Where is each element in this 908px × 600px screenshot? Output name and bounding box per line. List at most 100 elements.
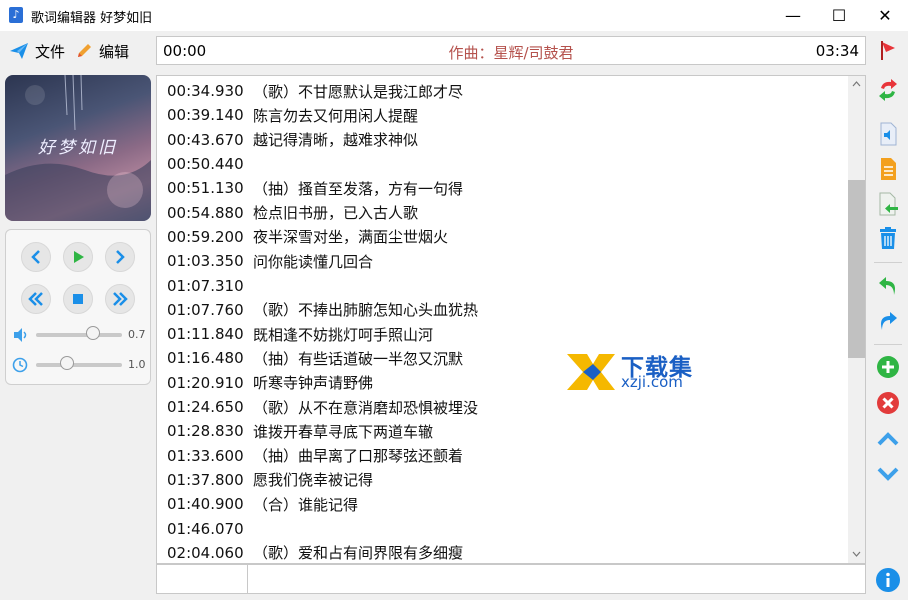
- lyric-row[interactable]: 01:46.070: [167, 516, 253, 540]
- pencil-icon: [78, 44, 91, 57]
- previous-button[interactable]: [21, 242, 51, 272]
- lyric-time: 00:43.670: [167, 130, 244, 149]
- chevron-left-icon: [31, 250, 40, 264]
- lyric-row[interactable]: 01:11.840 既相逢不妨挑灯呵手照山河: [167, 322, 433, 346]
- lyrics-list[interactable]: 00:34.930 （歌）不甘愿默认是我江郎才尽 00:39.140 陈言勿去又何用闲…: [156, 75, 866, 564]
- lyric-row[interactable]: 01:03.350 问你能读懂几回合: [167, 249, 373, 273]
- move-down-icon: [877, 467, 899, 481]
- lyric-row[interactable]: 01:07.760 （歌）不捧出肺腑怎知心头血犹热: [167, 298, 478, 322]
- rewind-icon: [28, 292, 43, 306]
- lyric-text: 既相逢不妨挑灯呵手照山河: [253, 325, 434, 344]
- undo-icon: [879, 277, 895, 295]
- audio-icon: [880, 122, 897, 146]
- volume-slider[interactable]: [36, 333, 122, 337]
- info-button[interactable]: [874, 566, 902, 594]
- menu-edit[interactable]: 编辑: [75, 38, 129, 64]
- redo-button[interactable]: [874, 307, 902, 335]
- delete-icon: [877, 392, 899, 414]
- lyric-row[interactable]: 01:28.830 谁拨开春草寻底下两道车辙: [167, 419, 433, 443]
- lyric-time: 00:34.930: [167, 82, 244, 101]
- add-icon: [877, 356, 899, 378]
- speed-value: 1.0: [128, 358, 146, 371]
- lyric-text: （抽）搔首至发落，方有一句得: [253, 179, 464, 198]
- lyric-row[interactable]: 01:40.900 （合）谁能记得: [167, 492, 358, 516]
- stop-button[interactable]: [63, 284, 93, 314]
- undo-button[interactable]: [874, 272, 902, 300]
- lyric-text: 夜半深雪对坐，满面尘世烟火: [253, 228, 449, 247]
- lyric-text: （歌）爱和占有间界限有多细瘦: [253, 544, 464, 563]
- lyric-row[interactable]: 01:07.310: [167, 273, 253, 297]
- trash-icon: [880, 227, 896, 249]
- audio-file-button[interactable]: [874, 120, 902, 148]
- toolbar-separator: [874, 262, 902, 263]
- lyric-row[interactable]: 01:24.650 （歌）从不在意消磨却恐惧被埋没: [167, 395, 478, 419]
- lyric-row[interactable]: 00:50.440: [167, 152, 253, 176]
- total-time: 03:34: [815, 42, 859, 60]
- export-button[interactable]: [874, 190, 902, 218]
- menu-file-label: 文件: [35, 42, 66, 61]
- lyric-time: 01:24.650: [167, 398, 244, 417]
- scroll-up-icon: [852, 81, 861, 87]
- lyric-time: 01:28.830: [167, 422, 244, 441]
- lyric-row[interactable]: 01:33.600 （抽）曲早离了口那琴弦还颤着: [167, 444, 463, 468]
- minimize-button[interactable]: —: [770, 0, 816, 31]
- move-up-button[interactable]: [874, 425, 902, 453]
- speed-slider-knob[interactable]: [59, 356, 74, 370]
- timebar[interactable]: 00:00 作曲：星辉/司鼓君 03:34: [156, 36, 866, 65]
- scrollbar-thumb[interactable]: [848, 180, 865, 358]
- lyric-row[interactable]: 00:34.930 （歌）不甘愿默认是我江郎才尽: [167, 79, 463, 103]
- flag-icon[interactable]: [874, 36, 902, 64]
- fast-forward-button[interactable]: [105, 284, 135, 314]
- composer-text: 作曲：星辉/司鼓君: [448, 44, 574, 62]
- send-icon: [10, 43, 28, 59]
- lyric-row[interactable]: 02:04.060 （歌）爱和占有间界限有多细瘦: [167, 541, 464, 563]
- volume-icon: [14, 328, 27, 342]
- lyric-row[interactable]: 01:20.910 听寒寺钟声请野佛: [167, 371, 373, 395]
- volume-slider-knob[interactable]: [86, 326, 101, 340]
- lyric-time: 00:50.440: [167, 155, 244, 174]
- document-icon: [881, 158, 896, 180]
- close-button[interactable]: ✕: [862, 0, 908, 31]
- redo-icon: [881, 312, 897, 330]
- lyric-row[interactable]: 00:51.130 （抽）搔首至发落，方有一句得: [167, 176, 463, 200]
- lyric-time: 01:40.900: [167, 495, 244, 514]
- lyric-text: （歌）不捧出肺腑怎知心头血犹热: [253, 301, 479, 320]
- toolbar-separator: [874, 344, 902, 345]
- chevron-right-icon: [116, 250, 125, 264]
- rewind-button[interactable]: [21, 284, 51, 314]
- speed-slider[interactable]: [36, 363, 122, 367]
- clock-icon: [12, 357, 28, 373]
- window-title: 歌词编辑器 好梦如旧: [31, 11, 153, 26]
- lyric-row[interactable]: 00:59.200 夜半深雪对坐，满面尘世烟火: [167, 225, 448, 249]
- maximize-button[interactable]: ☐: [816, 0, 862, 31]
- lyric-text: （抽）有些话道破一半忽又沉默: [253, 349, 464, 368]
- menu-edit-label: 编辑: [99, 42, 130, 61]
- play-button[interactable]: [63, 242, 93, 272]
- lyric-time: 01:16.480: [167, 349, 244, 368]
- volume-value: 0.7: [128, 328, 146, 341]
- trash-button[interactable]: [874, 224, 902, 252]
- lyric-time: 01:11.840: [167, 325, 244, 344]
- watermark-url: xzji.com: [621, 373, 683, 391]
- app-icon: ♪: [9, 7, 23, 23]
- lyric-time: 01:46.070: [167, 519, 244, 538]
- lyric-time: 01:07.310: [167, 276, 244, 295]
- lyric-time: 01:07.760: [167, 300, 244, 319]
- add-button[interactable]: [874, 353, 902, 381]
- lyric-text: 听寒寺钟声请野佛: [253, 374, 374, 393]
- lyric-row[interactable]: 00:39.140 陈言勿去又何用闲人提醒: [167, 103, 418, 127]
- lyric-time: 00:39.140: [167, 106, 244, 125]
- lyric-row[interactable]: 00:54.880 检点旧书册，已入古人歌: [167, 201, 418, 225]
- refresh-button[interactable]: [874, 76, 902, 104]
- lyric-text: （歌）不甘愿默认是我江郎才尽: [253, 82, 464, 101]
- watermark-logo-icon: [567, 354, 615, 390]
- document-button[interactable]: [874, 155, 902, 183]
- edit-box[interactable]: [156, 564, 866, 594]
- move-down-button[interactable]: [874, 460, 902, 488]
- delete-button[interactable]: [874, 389, 902, 417]
- next-button[interactable]: [105, 242, 135, 272]
- lyric-row[interactable]: 00:43.670 越记得清晰，越难求神似: [167, 128, 418, 152]
- lyric-row[interactable]: 01:16.480 （抽）有些话道破一半忽又沉默: [167, 346, 463, 370]
- menu-file[interactable]: 文件: [9, 38, 65, 64]
- lyric-row[interactable]: 01:37.800 愿我们侥幸被记得: [167, 468, 373, 492]
